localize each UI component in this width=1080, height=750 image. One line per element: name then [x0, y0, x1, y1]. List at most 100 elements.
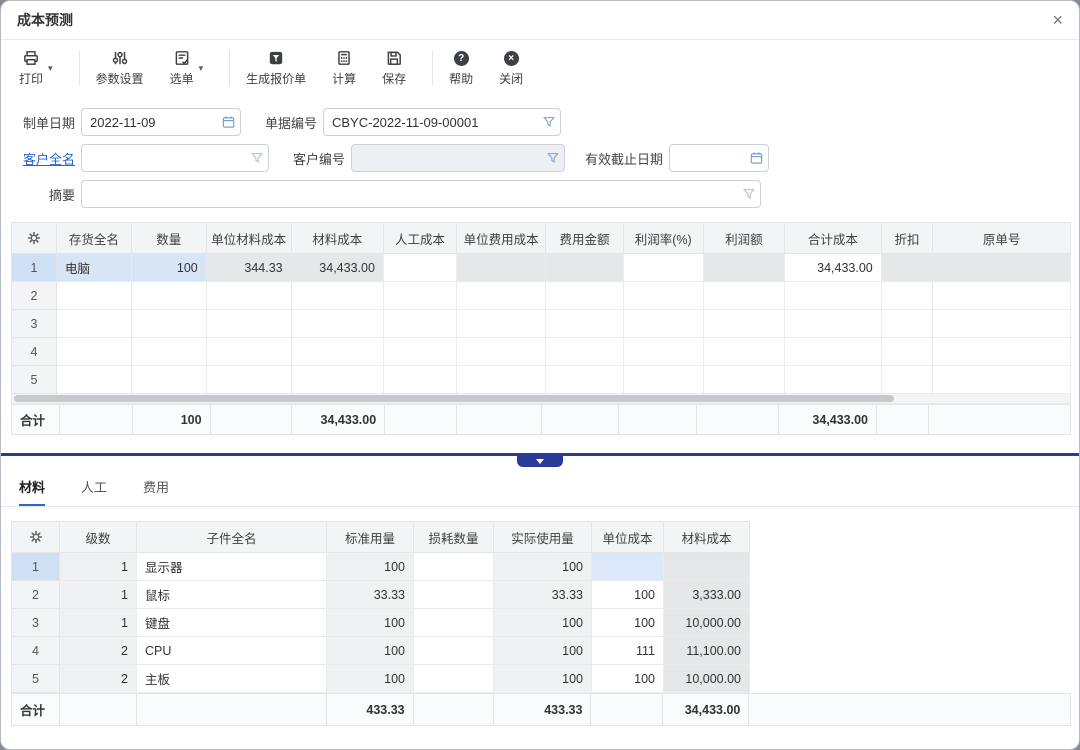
row-number-cell[interactable]: 3	[12, 310, 57, 338]
filter-icon[interactable]	[546, 151, 560, 165]
row-number-cell[interactable]: 4	[12, 637, 60, 665]
grid-cell[interactable]	[414, 553, 494, 581]
grid-cell[interactable]	[56, 310, 131, 338]
grid-cell[interactable]	[291, 338, 383, 366]
grid-cell[interactable]	[703, 310, 784, 338]
grid-cell[interactable]	[881, 254, 933, 282]
chevron-down-icon[interactable]: ▾	[48, 63, 53, 74]
grid-cell[interactable]	[383, 282, 456, 310]
chevron-down-icon[interactable]: ▾	[199, 63, 204, 74]
grid-cell[interactable]	[785, 338, 882, 366]
grid-cell[interactable]	[623, 282, 703, 310]
row-number-cell[interactable]: 1	[12, 254, 57, 282]
grid-cell[interactable]	[456, 338, 545, 366]
grid-cell[interactable]: CPU	[137, 637, 327, 665]
grid-cell[interactable]	[703, 282, 784, 310]
help-button[interactable]: ? 帮助	[449, 49, 473, 87]
grid-cell[interactable]	[414, 637, 494, 665]
row-number-cell[interactable]: 1	[12, 553, 60, 581]
grid-cell[interactable]	[414, 581, 494, 609]
grid-cell[interactable]	[703, 366, 784, 394]
grid-cell[interactable]	[291, 310, 383, 338]
grid-settings-button[interactable]	[12, 522, 60, 553]
grid-cell[interactable]: 34,433.00	[785, 254, 882, 282]
summary-field[interactable]	[81, 180, 761, 208]
grid-cell[interactable]: 11,100.00	[664, 637, 750, 665]
row-number-cell[interactable]: 3	[12, 609, 60, 637]
grid-cell[interactable]: 100	[592, 609, 664, 637]
grid-cell[interactable]	[623, 338, 703, 366]
grid-cell[interactable]	[623, 254, 703, 282]
grid-cell[interactable]	[131, 282, 206, 310]
row-number-cell[interactable]: 5	[12, 665, 60, 693]
grid-cell[interactable]: 100	[327, 553, 414, 581]
dialog-close-button[interactable]: ×	[1052, 11, 1063, 29]
customer-name-field[interactable]	[81, 144, 269, 172]
grid-cell[interactable]	[703, 254, 784, 282]
grid-cell[interactable]	[383, 366, 456, 394]
grid-cell[interactable]	[623, 366, 703, 394]
grid-cell[interactable]: 33.33	[494, 581, 592, 609]
tab-expense[interactable]: 费用	[143, 477, 169, 506]
grid-cell[interactable]	[546, 366, 623, 394]
grid-cell[interactable]	[785, 366, 882, 394]
grid-cell[interactable]	[206, 366, 291, 394]
grid-cell[interactable]	[933, 254, 1071, 282]
row-number-cell[interactable]: 5	[12, 366, 57, 394]
valid-until-field[interactable]	[669, 144, 769, 172]
filter-icon[interactable]	[250, 151, 264, 165]
grid-cell[interactable]: 111	[592, 637, 664, 665]
generate-quote-button[interactable]: 生成报价单	[246, 49, 306, 87]
parameter-settings-button[interactable]: 参数设置	[96, 49, 144, 87]
grid-cell[interactable]: 33.33	[327, 581, 414, 609]
tab-material[interactable]: 材料	[19, 477, 45, 506]
doc-no-field[interactable]	[323, 108, 561, 136]
grid-cell[interactable]	[546, 310, 623, 338]
grid-cell[interactable]	[206, 310, 291, 338]
grid-cell[interactable]: 1	[60, 581, 137, 609]
grid-cell[interactable]	[703, 338, 784, 366]
grid-cell[interactable]: 显示器	[137, 553, 327, 581]
grid-cell[interactable]: 主板	[137, 665, 327, 693]
filter-icon[interactable]	[542, 115, 556, 129]
horizontal-scrollbar[interactable]	[11, 394, 1071, 404]
grid-cell[interactable]: 1	[60, 553, 137, 581]
grid-cell[interactable]: 100	[592, 665, 664, 693]
scrollbar-thumb[interactable]	[14, 395, 894, 402]
grid-cell[interactable]: 100	[592, 581, 664, 609]
row-number-cell[interactable]: 4	[12, 338, 57, 366]
summary-input[interactable]	[81, 180, 761, 208]
grid-cell[interactable]: 2	[60, 665, 137, 693]
grid-cell[interactable]: 100	[327, 609, 414, 637]
grid-cell[interactable]	[933, 310, 1071, 338]
grid-cell[interactable]: 鼠标	[137, 581, 327, 609]
filter-icon[interactable]	[742, 187, 756, 201]
grid-cell[interactable]	[546, 254, 623, 282]
grid-cell[interactable]	[785, 282, 882, 310]
grid-cell[interactable]	[56, 282, 131, 310]
grid-cell[interactable]: 344.33	[206, 254, 291, 282]
grid-cell[interactable]: 100	[131, 254, 206, 282]
grid-cell[interactable]	[546, 282, 623, 310]
grid-cell[interactable]: 100	[494, 665, 592, 693]
grid-cell[interactable]	[933, 282, 1071, 310]
grid-cell[interactable]: 100	[494, 609, 592, 637]
doc-date-input[interactable]	[81, 108, 241, 136]
grid-cell[interactable]: 2	[60, 637, 137, 665]
grid-cell[interactable]: 1	[60, 609, 137, 637]
grid-cell[interactable]	[456, 366, 545, 394]
grid-cell[interactable]	[933, 338, 1071, 366]
grid-cell[interactable]	[131, 310, 206, 338]
grid-cell[interactable]	[383, 254, 456, 282]
grid-cell[interactable]: 100	[494, 553, 592, 581]
grid-cell[interactable]	[456, 310, 545, 338]
print-button[interactable]: 打印 ▾	[19, 49, 53, 87]
grid-settings-button[interactable]	[12, 223, 57, 254]
grid-cell[interactable]	[881, 366, 933, 394]
grid-cell[interactable]	[383, 338, 456, 366]
select-order-button[interactable]: 选单 ▾	[170, 49, 204, 87]
grid-cell[interactable]	[131, 366, 206, 394]
calendar-icon[interactable]	[221, 115, 236, 130]
grid-cell[interactable]	[456, 254, 545, 282]
doc-date-field[interactable]	[81, 108, 241, 136]
